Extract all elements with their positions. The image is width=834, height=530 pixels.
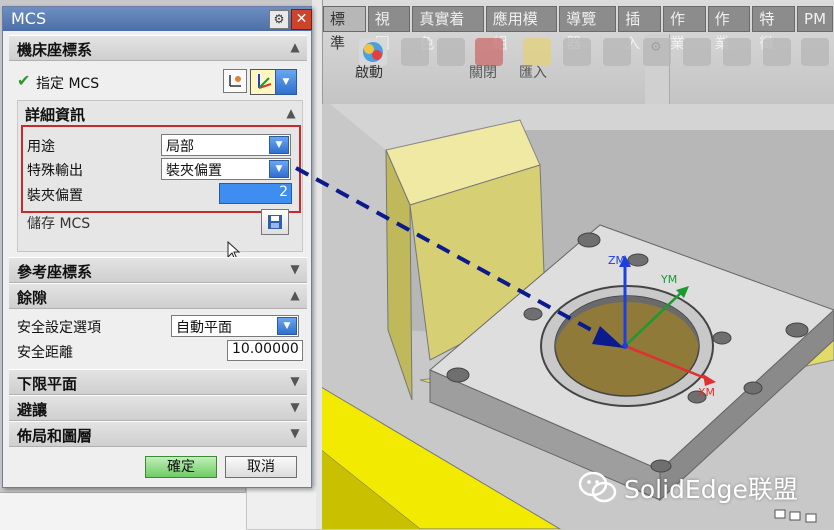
- section-clearance-label: 餘隙: [17, 289, 48, 307]
- ribbon-tab[interactable]: 作業: [707, 6, 751, 52]
- section-machine-csys-label: 機床座標系: [17, 41, 93, 59]
- ribbon-tab[interactable]: 視圖: [367, 6, 411, 52]
- ribbon-tools: 啟動 關閉 匯入: [323, 34, 834, 100]
- chevron-down-icon[interactable]: ▼: [269, 136, 289, 154]
- chevron-down-icon[interactable]: ▼: [287, 373, 303, 389]
- section-layout-layers[interactable]: 佈局和圖層 ▼: [9, 421, 307, 447]
- special-output-label: 特殊輸出: [27, 163, 83, 179]
- watermark: SolidEdge联盟: [578, 468, 798, 508]
- status-strip: [0, 492, 246, 530]
- ribbon-tab[interactable]: 標準: [323, 6, 366, 52]
- zm-axis-label: ZM: [608, 254, 625, 267]
- ribbon-label-launch: 啟動: [355, 65, 383, 81]
- fixture-offset-label: 裝夾偏置: [27, 188, 83, 204]
- cancel-button[interactable]: 取消: [225, 456, 297, 478]
- tool-icon-7[interactable]: [603, 38, 631, 66]
- details-header: 詳細資訊: [25, 106, 86, 124]
- dialog-titlebar[interactable]: MCS ⚙ ✕: [3, 7, 312, 31]
- section-clearance[interactable]: 餘隙 ▲: [9, 283, 307, 309]
- ribbon-label-import: 匯入: [519, 65, 547, 81]
- section-machine-csys[interactable]: 機床座標系 ▲: [9, 35, 307, 61]
- safety-option-value: 自動平面: [176, 320, 232, 336]
- purpose-select[interactable]: 局部 ▼: [161, 134, 291, 156]
- chevron-up-icon[interactable]: ▲: [287, 39, 303, 55]
- ribbon-label-close: 關閉: [469, 65, 497, 81]
- tool-icon-11[interactable]: [763, 38, 791, 66]
- ribbon-tab[interactable]: 作業: [662, 6, 706, 52]
- ribbon-tabs: 標準視圖真實着色應用模組導覽器插入作業作業特徵PM: [323, 6, 834, 52]
- section-lower-limit[interactable]: 下限平面 ▼: [9, 369, 307, 395]
- chevron-down-icon[interactable]: ▼: [269, 160, 289, 178]
- purpose-value: 局部: [166, 139, 194, 155]
- safety-distance-label: 安全距離: [17, 345, 73, 361]
- special-output-value: 裝夾偏置: [166, 163, 222, 179]
- tool-icon-9[interactable]: [683, 38, 711, 66]
- ribbon-tab[interactable]: 特徵: [752, 6, 796, 52]
- csys-type-icon[interactable]: [250, 69, 276, 95]
- close-icon[interactable]: ✕: [291, 9, 312, 30]
- section-layout-layers-label: 佈局和圖層: [17, 427, 93, 445]
- safety-option-select[interactable]: 自動平面 ▼: [171, 315, 299, 337]
- chevron-down-icon[interactable]: ▼: [287, 261, 303, 277]
- tool-icon-8[interactable]: [643, 38, 671, 66]
- section-reference-csys-label: 參考座標系: [17, 263, 93, 281]
- details-chevron-up-icon[interactable]: ▲: [283, 105, 299, 121]
- save-mcs-label: 儲存 MCS: [27, 216, 91, 232]
- ribbon-toolbar: 標準視圖真實着色應用模組導覽器插入作業作業特徵PM ⚙ 啟動 關閉 匯入: [322, 0, 834, 104]
- ribbon-tab[interactable]: 導覽器: [559, 6, 617, 52]
- dialog-title: MCS: [11, 9, 47, 28]
- safety-option-label: 安全設定選項: [17, 320, 101, 336]
- ribbon-tab[interactable]: 插入: [618, 6, 661, 52]
- ribbon-tab[interactable]: 應用模組: [485, 6, 558, 52]
- tool-icon-3[interactable]: [437, 38, 465, 66]
- specify-mcs-label: 指定 MCS: [36, 76, 100, 92]
- mcs-dialog: MCS ⚙ ✕ 機床座標系 ▲ ✔ 指定 MCS ▼ 詳細資訊 ▲ 用途 局部 …: [2, 6, 312, 488]
- checkmark-icon: ✔: [17, 71, 31, 90]
- wechat-icon: [578, 471, 617, 503]
- csys-dialog-icon[interactable]: [223, 69, 247, 93]
- section-reference-csys[interactable]: 參考座標系 ▼: [9, 257, 307, 283]
- ribbon-tab[interactable]: PM: [797, 6, 834, 32]
- purpose-label: 用途: [27, 139, 55, 155]
- tool-icon-2[interactable]: [401, 38, 429, 66]
- chevron-down-icon[interactable]: ▼: [287, 425, 303, 441]
- settings-gear-icon[interactable]: ⚙: [269, 10, 289, 29]
- safety-distance-input[interactable]: 10.00000: [227, 340, 303, 361]
- section-avoidance-label: 避讓: [17, 401, 48, 419]
- tool-icon-12[interactable]: [801, 38, 829, 66]
- section-avoidance[interactable]: 避讓 ▼: [9, 395, 307, 421]
- save-icon[interactable]: [261, 209, 289, 235]
- xm-axis-label: XM: [698, 386, 715, 399]
- ribbon-tab[interactable]: 真實着色: [412, 6, 484, 52]
- ym-axis-label: YM: [660, 273, 677, 286]
- chevron-up-icon[interactable]: ▲: [287, 287, 303, 303]
- tool-icon-10[interactable]: [723, 38, 751, 66]
- csys-type-dropdown-arrow[interactable]: ▼: [275, 69, 297, 95]
- fixture-offset-input[interactable]: 2: [219, 183, 292, 204]
- chevron-down-icon[interactable]: ▼: [277, 317, 297, 335]
- watermark-text: SolidEdge联盟: [624, 475, 798, 504]
- tool-icon-6[interactable]: [563, 38, 591, 66]
- section-lower-limit-label: 下限平面: [17, 375, 78, 393]
- chevron-down-icon[interactable]: ▼: [287, 399, 303, 415]
- special-output-select[interactable]: 裝夾偏置 ▼: [161, 158, 291, 180]
- ok-button[interactable]: 確定: [145, 456, 217, 478]
